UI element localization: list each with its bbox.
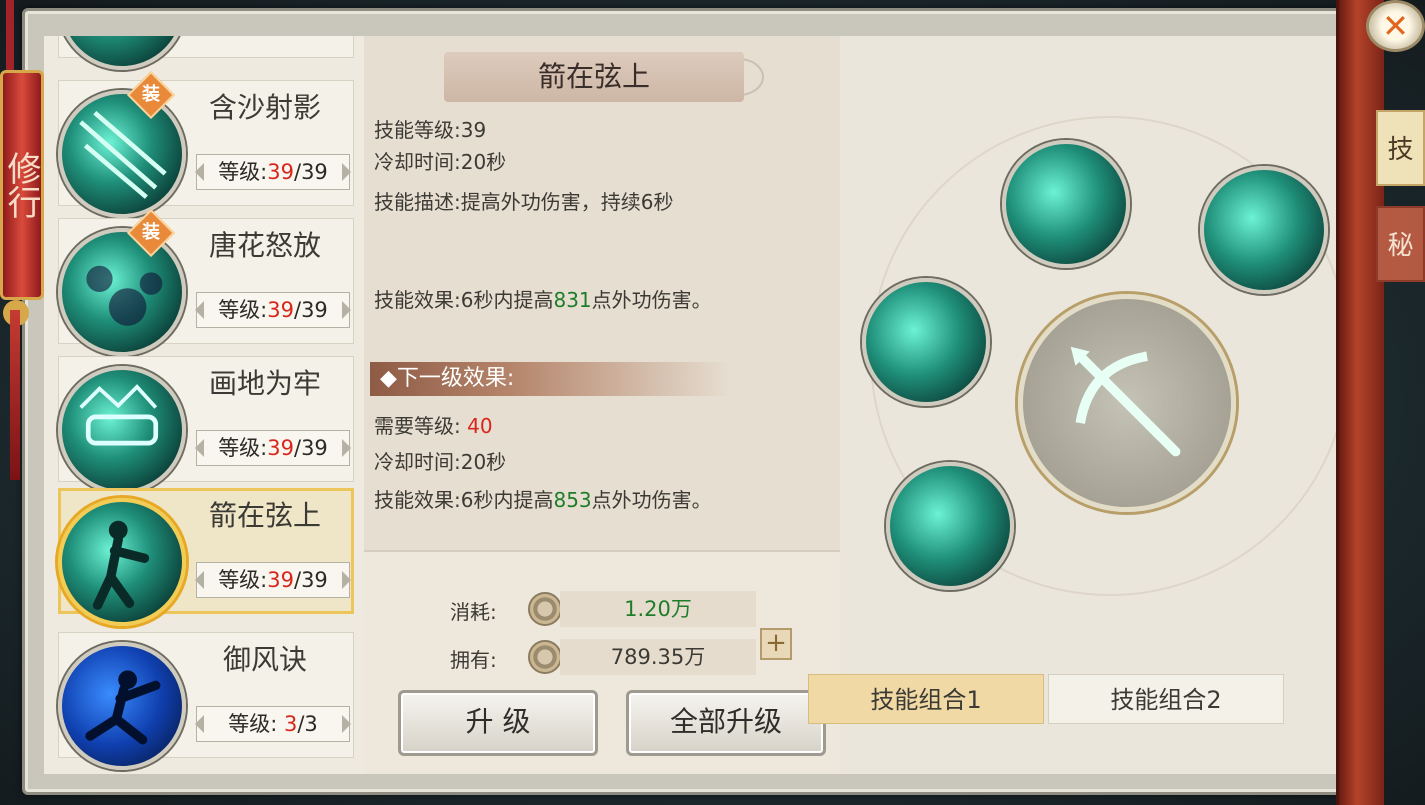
skill-item-yufengjue[interactable]: 御风诀 等级: 3/3 — [50, 632, 354, 770]
tab-combo-1[interactable]: 技能组合1 — [808, 674, 1044, 724]
level-box: 等级:39/39 — [195, 430, 351, 466]
description-text: 技能描述:提高外功伤害，持续6秒 — [374, 190, 674, 214]
side-tab-skill[interactable]: 技 — [1376, 110, 1425, 186]
lantern-tassel — [10, 310, 20, 480]
close-button[interactable]: ✕ — [1366, 0, 1425, 52]
grenade-skill-icon — [58, 228, 186, 356]
lantern-cord — [6, 0, 14, 70]
consume-value: 1.20万 — [560, 591, 756, 627]
skill-item-jianzaixianshang[interactable]: 箭在弦上 等级:39/39 — [50, 488, 354, 626]
skill-info-panel: 箭在弦上 技能等级:39 冷却时间:20秒 技能描述:提高外功伤害，持续6秒 技… — [364, 36, 840, 774]
effect-text: 技能效果:6秒内提高831点外功伤害。 — [374, 288, 712, 312]
required-level-text: 需要等级: 40 — [374, 414, 493, 438]
skill-name: 唐花怒放 — [208, 229, 321, 262]
close-icon: ✕ — [1382, 7, 1409, 45]
skill-item-hanshasheying[interactable]: 装 含沙射影 等级:39/39 — [50, 70, 354, 218]
upgrade-all-button[interactable]: 全部升级 — [626, 690, 826, 756]
wind-skill-icon — [58, 642, 186, 770]
arrow-skill-icon — [58, 90, 186, 218]
level-box: 等级: 3/3 — [195, 706, 351, 742]
next-cooldown-text: 冷却时间:20秒 — [374, 450, 507, 474]
tab-combo-2[interactable]: 技能组合2 — [1048, 674, 1284, 724]
main-crossbow-icon[interactable] — [1018, 294, 1236, 512]
coin-icon — [528, 640, 562, 674]
skill-name: 含沙射影 — [208, 91, 321, 124]
next-effect-text: 技能效果:6秒内提高853点外功伤害。 — [374, 488, 712, 512]
consume-label: 消耗: — [450, 600, 497, 624]
skill-name: 御风诀 — [222, 643, 307, 676]
next-level-header: ◆下一级效果: — [370, 362, 730, 396]
level-box: 等级:39/39 — [195, 292, 351, 328]
combo-slot-lightning-icon[interactable] — [1200, 166, 1328, 294]
side-tab-secret[interactable]: 秘 — [1376, 206, 1425, 282]
skill-item-huadiweilao[interactable]: 画地为牢 等级:39/39 — [50, 356, 354, 494]
skill-item-tanghuanufang[interactable]: 装 唐花怒放 等级:39/39 — [50, 208, 354, 356]
own-label: 拥有: — [450, 648, 497, 672]
skill-level-text: 技能等级:39 — [374, 118, 487, 142]
add-currency-button[interactable]: + — [760, 628, 792, 660]
skill-item-partial[interactable] — [50, 36, 354, 70]
skill-list[interactable]: 装 含沙射影 等级:39/39 装 唐花怒放 等级:39/39 画地为牢 等级:… — [50, 36, 354, 774]
combo-slot-bomb-icon[interactable] — [862, 278, 990, 406]
cooldown-text: 冷却时间:20秒 — [374, 150, 507, 174]
upgrade-button[interactable]: 升 级 — [398, 690, 598, 756]
combo-slot-grenade-icon[interactable] — [1002, 140, 1130, 268]
lantern: 修行 — [0, 70, 44, 300]
trap-skill-icon — [58, 366, 186, 494]
level-box: 等级:39/39 — [195, 562, 351, 598]
own-value: 789.35万 — [560, 639, 756, 675]
skill-name: 画地为牢 — [208, 367, 321, 400]
skill-title: 箭在弦上 — [537, 60, 650, 93]
skill-title-banner: 箭在弦上 — [444, 52, 744, 102]
skill-name: 箭在弦上 — [208, 499, 321, 532]
lantern-decoration: 修行 — [0, 0, 46, 500]
level-box: 等级:39/39 — [195, 154, 351, 190]
archer-skill-icon — [58, 498, 186, 626]
coin-icon — [528, 592, 562, 626]
combo-slot-arrows-icon[interactable] — [886, 462, 1014, 590]
